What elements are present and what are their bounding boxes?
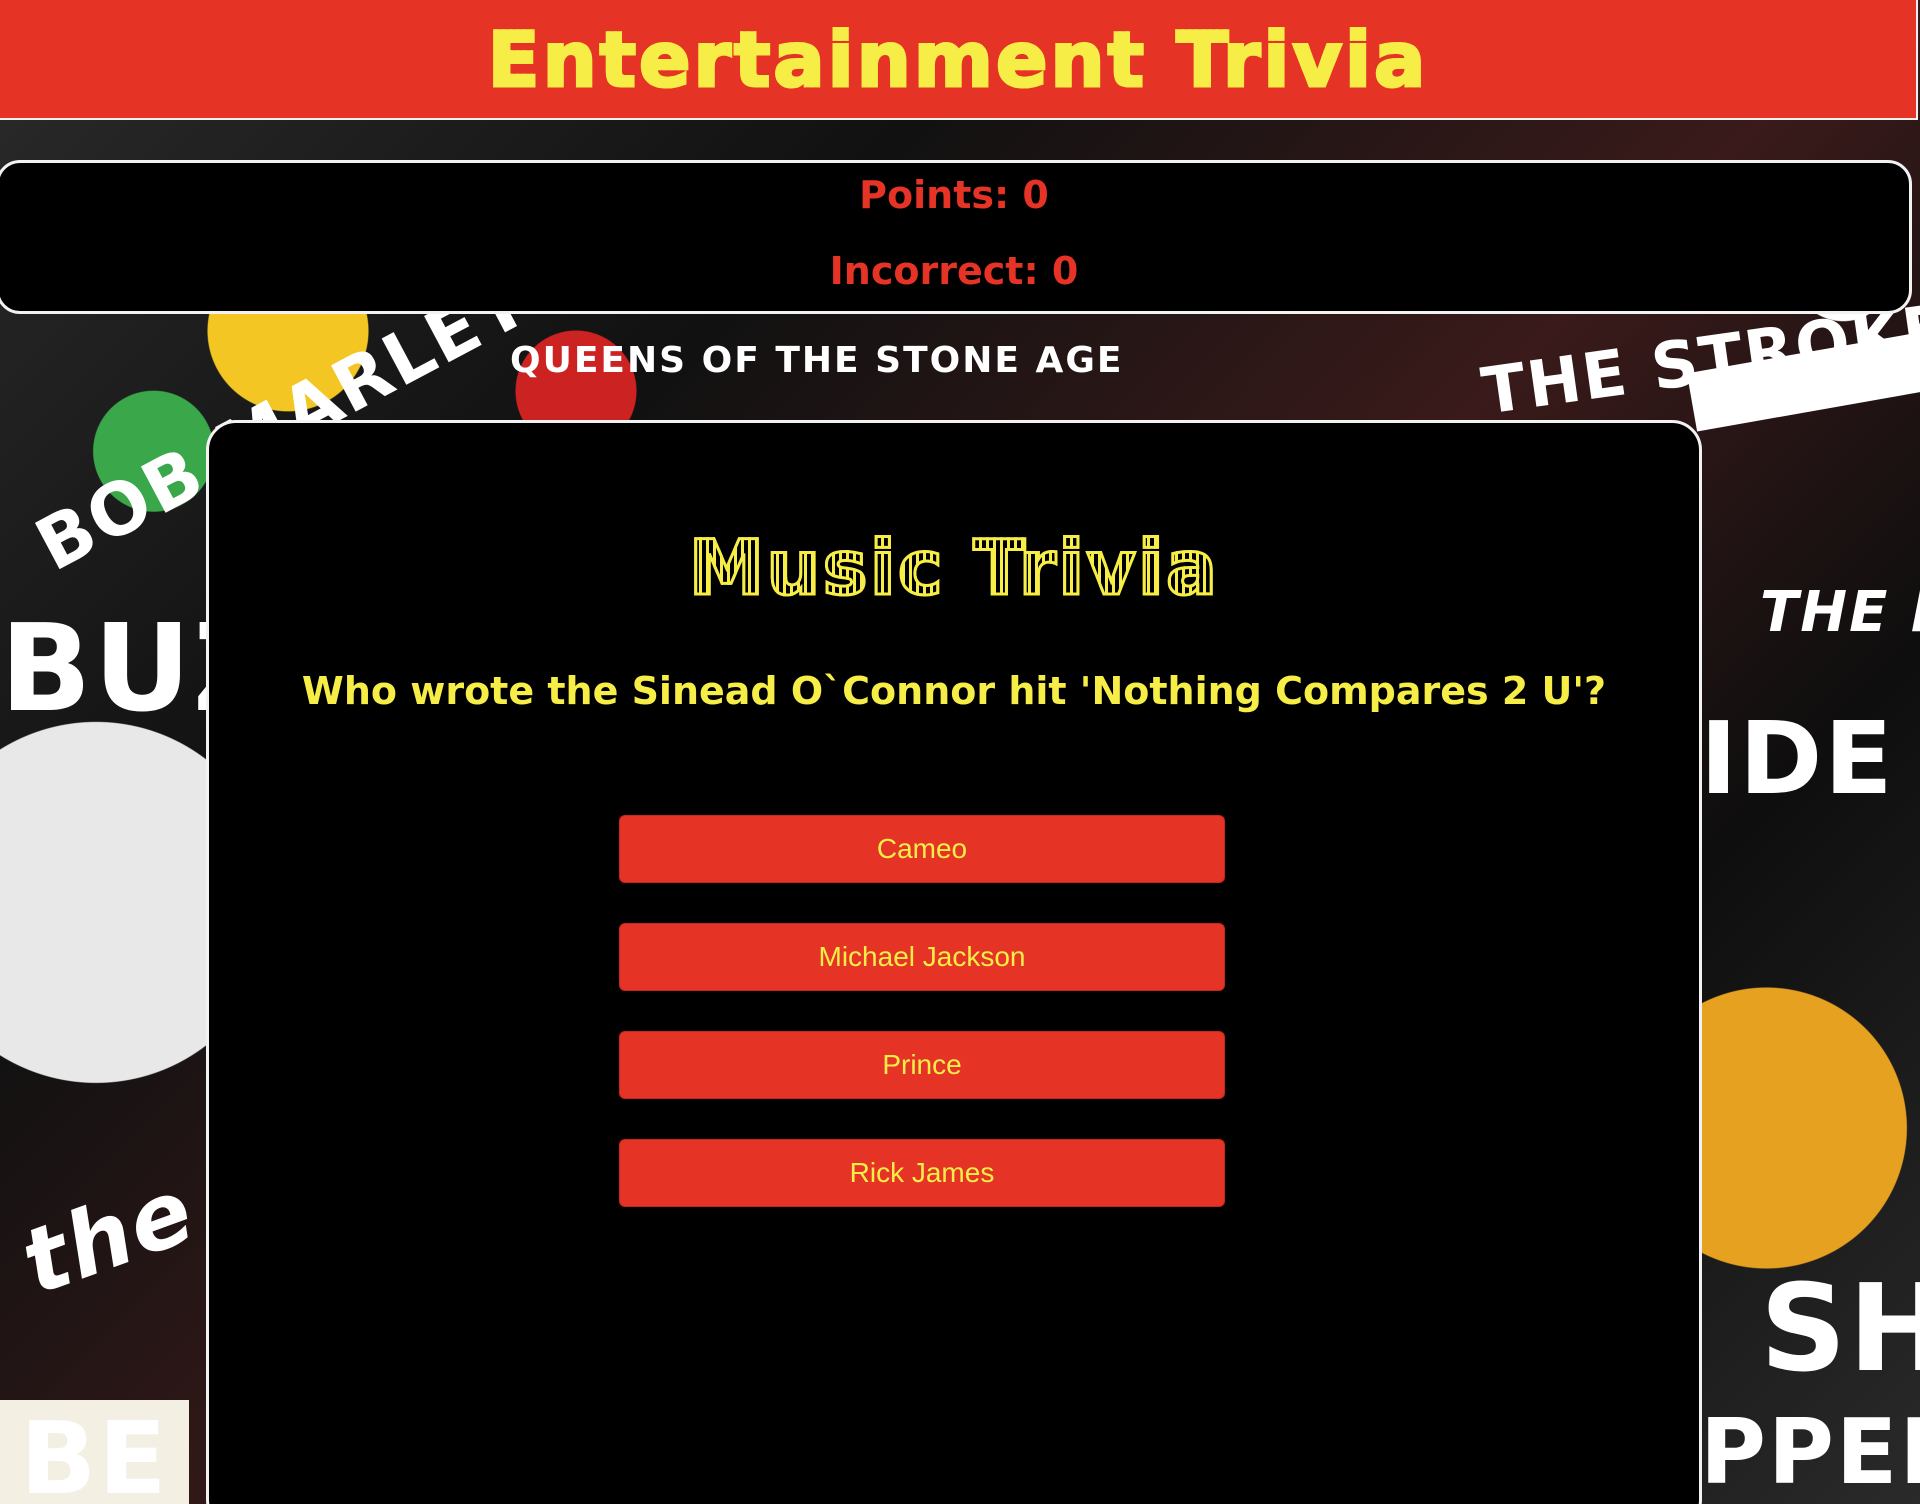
collage-word: PPELIN <box>1700 1400 1920 1504</box>
incorrect-counter: Incorrect: 0 <box>829 249 1079 293</box>
collage-word: SH <box>1760 1260 1920 1399</box>
score-panel: Points: 0 Incorrect: 0 <box>0 160 1912 314</box>
answer-list: Cameo Michael Jackson Prince Rick James <box>619 815 1225 1247</box>
question-text: Who wrote the Sinead O`Connor hit 'Nothi… <box>301 669 1607 713</box>
collage-word: QUEENS OF THE STONE AGE <box>510 340 1124 381</box>
answer-button-rick-james[interactable]: Rick James <box>619 1139 1225 1207</box>
answer-button-michael-jackson[interactable]: Michael Jackson <box>619 923 1225 991</box>
category-title: Music Trivia <box>209 522 1699 614</box>
answer-button-cameo[interactable]: Cameo <box>619 815 1225 883</box>
trivia-card: Music Trivia Who wrote the Sinead O`Conn… <box>206 420 1702 1504</box>
collage-word: THE PROD <box>1760 580 1920 645</box>
site-header: Entertainment Trivia <box>0 0 1918 120</box>
collage-word: IDE <box>1700 700 1895 817</box>
collage-word: BE <box>0 1400 189 1504</box>
points-counter: Points: 0 <box>859 173 1049 217</box>
answer-button-prince[interactable]: Prince <box>619 1031 1225 1099</box>
site-title: Entertainment Trivia <box>486 13 1429 105</box>
